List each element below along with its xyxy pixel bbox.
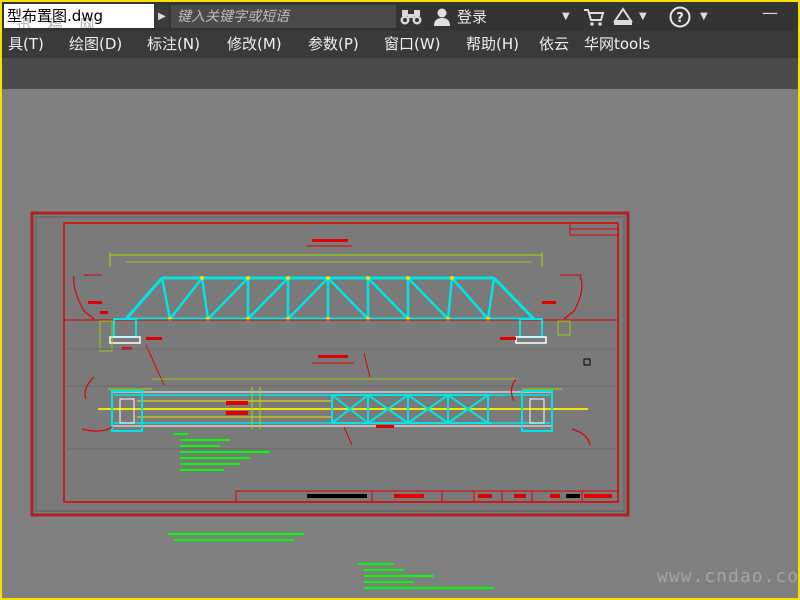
chevron-down-icon[interactable]: ▼ bbox=[562, 6, 570, 28]
menu-item-huawang-tools[interactable]: 华网tools bbox=[584, 31, 650, 58]
drawing-canvas[interactable]: www.cndao.com bbox=[2, 89, 798, 598]
login-label[interactable]: 登录 bbox=[457, 6, 487, 28]
menu-item-tools[interactable]: 具(T) bbox=[8, 31, 44, 58]
app-window: 型布置图.dwg 迅 稿 网 ▶ 登录 ▼ bbox=[0, 0, 800, 600]
menu-bar: 具(T) 绘图(D) 标注(N) 修改(M) 参数(P) 窗口(W) 帮助(H)… bbox=[2, 31, 798, 58]
menu-item-dimension[interactable]: 标注(N) bbox=[147, 31, 200, 58]
user-icon[interactable] bbox=[431, 6, 453, 28]
title-bar: 型布置图.dwg 迅 稿 网 ▶ 登录 ▼ bbox=[2, 2, 798, 34]
watermark-url: www.cndao.com bbox=[657, 566, 800, 587]
menu-item-window[interactable]: 窗口(W) bbox=[384, 31, 441, 58]
menu-item-modify[interactable]: 修改(M) bbox=[227, 31, 282, 58]
menu-item-parametric[interactable]: 参数(P) bbox=[308, 31, 359, 58]
search-expand-button[interactable]: ▶ bbox=[155, 5, 169, 28]
paper-sheet bbox=[30, 211, 630, 517]
svg-text:?: ? bbox=[676, 11, 684, 26]
menu-item-yiyun[interactable]: 依云 bbox=[539, 31, 569, 58]
chevron-down-icon[interactable]: ▼ bbox=[700, 6, 708, 28]
ribbon-panel bbox=[2, 58, 798, 89]
cart-icon[interactable] bbox=[582, 6, 606, 28]
binoculars-icon[interactable] bbox=[399, 6, 423, 28]
search-input[interactable] bbox=[171, 5, 396, 28]
menu-item-draw[interactable]: 绘图(D) bbox=[69, 31, 122, 58]
chevron-down-icon[interactable]: ▼ bbox=[639, 6, 647, 28]
menu-item-help[interactable]: 帮助(H) bbox=[466, 31, 519, 58]
help-icon[interactable]: ? bbox=[668, 6, 692, 28]
cad-drawing bbox=[30, 211, 630, 589]
minimize-button[interactable]: — bbox=[760, 5, 780, 26]
document-title: 型布置图.dwg bbox=[4, 4, 154, 28]
exchange-icon[interactable] bbox=[611, 6, 635, 28]
